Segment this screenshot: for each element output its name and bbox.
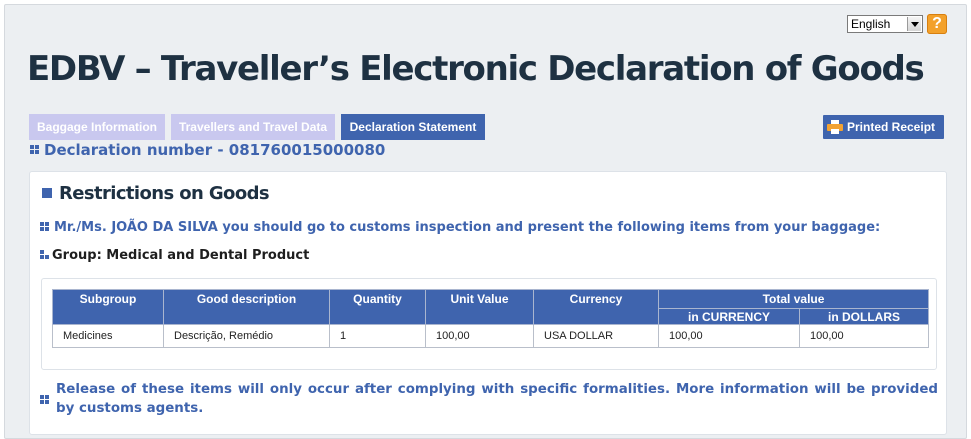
tab-declaration-statement[interactable]: Declaration Statement bbox=[341, 114, 485, 140]
help-icon[interactable]: ? bbox=[927, 14, 947, 34]
cell-quantity: 1 bbox=[329, 324, 426, 348]
cell-in-currency: 100,00 bbox=[658, 324, 800, 348]
cell-subgroup: Medicines bbox=[52, 324, 164, 348]
table-row: Medicines Descrição, Remédio 1 100,00 US… bbox=[52, 324, 930, 348]
language-select-value: English bbox=[851, 17, 891, 31]
grid-bullet-icon bbox=[40, 250, 49, 259]
printer-icon bbox=[827, 120, 843, 134]
tab-travellers-and-travel-data[interactable]: Travellers and Travel Data bbox=[171, 114, 335, 140]
goods-table-container: Subgroup Good description Quantity Unit … bbox=[41, 278, 937, 370]
page-frame: English ? EDBV – Traveller’s Electronic … bbox=[4, 4, 967, 439]
printed-receipt-label: Printed Receipt bbox=[847, 120, 936, 134]
goods-table: Subgroup Good description Quantity Unit … bbox=[52, 289, 930, 348]
chevron-down-icon[interactable] bbox=[907, 17, 921, 31]
declaration-number-text: Declaration number - 081760015000080 bbox=[44, 141, 386, 159]
inspection-notice-text: Mr./Ms. JOÃO DA SILVA you should go to c… bbox=[54, 220, 881, 235]
column-header-in-dollars: in DOLLARS bbox=[798, 308, 930, 325]
cell-in-dollars: 100,00 bbox=[798, 324, 930, 348]
goods-group: Group: Medical and Dental Product bbox=[40, 248, 309, 263]
section-title: Restrictions on Goods bbox=[42, 183, 270, 204]
goods-group-text: Group: Medical and Dental Product bbox=[52, 248, 310, 263]
language-select[interactable]: English bbox=[847, 15, 923, 33]
column-header-total-value: Total value bbox=[657, 289, 930, 309]
tab-baggage-information[interactable]: Baggage Information bbox=[29, 114, 165, 140]
column-header-unit-value: Unit Value bbox=[425, 289, 534, 325]
column-header-good-description: Good description bbox=[163, 289, 330, 325]
printed-receipt-button[interactable]: Printed Receipt bbox=[823, 115, 944, 139]
release-note: Release of these items will only occur a… bbox=[40, 380, 938, 418]
cell-unit-value: 100,00 bbox=[425, 324, 534, 348]
square-bullet-icon bbox=[42, 187, 52, 198]
column-header-quantity: Quantity bbox=[329, 289, 426, 325]
restrictions-panel: Restrictions on Goods Mr./Ms. JOÃO DA SI… bbox=[29, 171, 947, 435]
declaration-number: Declaration number - 081760015000080 bbox=[30, 141, 385, 159]
inspection-notice: Mr./Ms. JOÃO DA SILVA you should go to c… bbox=[40, 220, 880, 235]
page-title: EDBV – Traveller’s Electronic Declaratio… bbox=[27, 49, 925, 89]
cell-currency: USA DOLLAR bbox=[533, 324, 659, 348]
grid-bullet-icon bbox=[40, 222, 49, 231]
grid-bullet-icon bbox=[40, 395, 49, 404]
release-note-text: Release of these items will only occur a… bbox=[56, 382, 938, 416]
column-header-currency: Currency bbox=[533, 289, 659, 325]
column-header-in-currency: in CURRENCY bbox=[658, 308, 800, 325]
section-title-text: Restrictions on Goods bbox=[59, 183, 270, 204]
cell-good-description: Descrição, Remédio bbox=[163, 324, 330, 348]
grid-bullet-icon bbox=[30, 145, 39, 154]
column-header-subgroup: Subgroup bbox=[52, 289, 164, 325]
